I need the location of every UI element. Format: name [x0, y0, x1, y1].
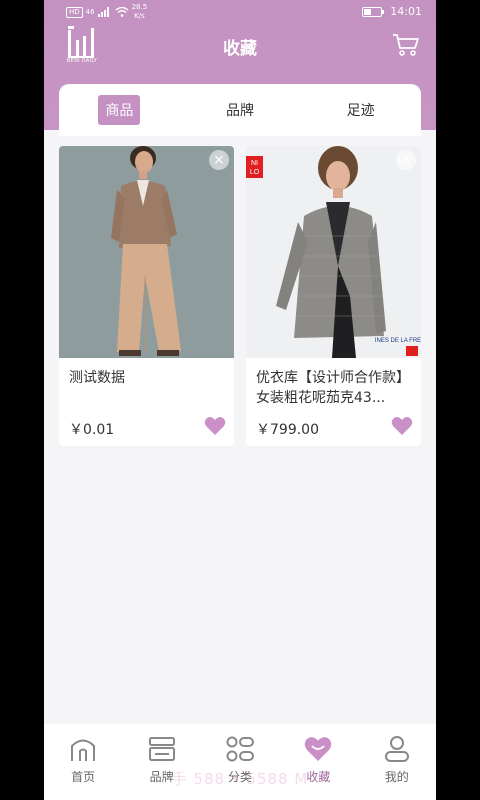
remove-favorite-button[interactable]: ×	[396, 150, 416, 170]
app-screen: HD 46 28.5 K/s 14:01 BENI DAILY 收藏 商品 品牌…	[44, 0, 436, 800]
product-price: ￥799.00	[256, 422, 319, 438]
favorites-tabs: 商品 品牌 足迹	[59, 84, 421, 136]
clock: 14:01	[390, 5, 422, 18]
tab-history[interactable]: 足迹	[300, 95, 421, 125]
product-image[interactable]: NI LO INES DE LA FRE ×	[246, 146, 421, 358]
product-price: ￥0.01	[69, 422, 115, 438]
signal-icon	[97, 7, 109, 17]
network-speed: 28.5 K/s	[131, 3, 148, 20]
brand-icon	[148, 737, 175, 761]
status-bar: HD 46 28.5 K/s 14:01	[44, 0, 436, 26]
user-icon	[384, 736, 409, 762]
page-title: 收藏	[223, 39, 257, 59]
heart-icon[interactable]	[204, 416, 226, 436]
product-grid: × 测试数据 ￥0.01 NI LO INES DE LA FRE × 优衣库【…	[59, 146, 421, 446]
cart-icon[interactable]	[392, 32, 420, 58]
bottom-nav: 首页 品牌 分类 收藏 我的	[44, 724, 436, 800]
hd-indicator: HD	[66, 6, 83, 18]
nav-brand[interactable]: 品牌	[132, 734, 192, 800]
wifi-icon	[115, 7, 129, 17]
nav-favorites[interactable]: 收藏	[288, 734, 348, 800]
product-card[interactable]: NI LO INES DE LA FRE × 优衣库【设计师合作款】女装粗花呢茄…	[246, 146, 421, 446]
svg-text:LO: LO	[250, 169, 260, 176]
nav-home[interactable]: 首页	[53, 734, 113, 800]
brand-badge-text: NI	[251, 160, 258, 167]
tab-products[interactable]: 商品	[59, 95, 180, 125]
product-image[interactable]: ×	[59, 146, 234, 358]
designer-tag-text: INES DE LA FRE	[375, 338, 421, 344]
heart-icon[interactable]	[391, 416, 413, 436]
signal-label: 46	[85, 8, 95, 16]
category-icon	[226, 736, 254, 762]
product-name[interactable]: 优衣库【设计师合作款】女装粗花呢茄克43...	[256, 368, 412, 408]
tab-brands[interactable]: 品牌	[180, 95, 301, 125]
battery-icon	[362, 6, 385, 17]
product-card[interactable]: × 测试数据 ￥0.01	[59, 146, 234, 446]
home-icon	[71, 739, 96, 761]
nav-category[interactable]: 分类	[210, 734, 270, 800]
remove-favorite-button[interactable]: ×	[209, 150, 229, 170]
nav-profile[interactable]: 我的	[367, 734, 427, 800]
product-name[interactable]: 测试数据	[69, 368, 225, 388]
heart-icon	[305, 737, 332, 761]
